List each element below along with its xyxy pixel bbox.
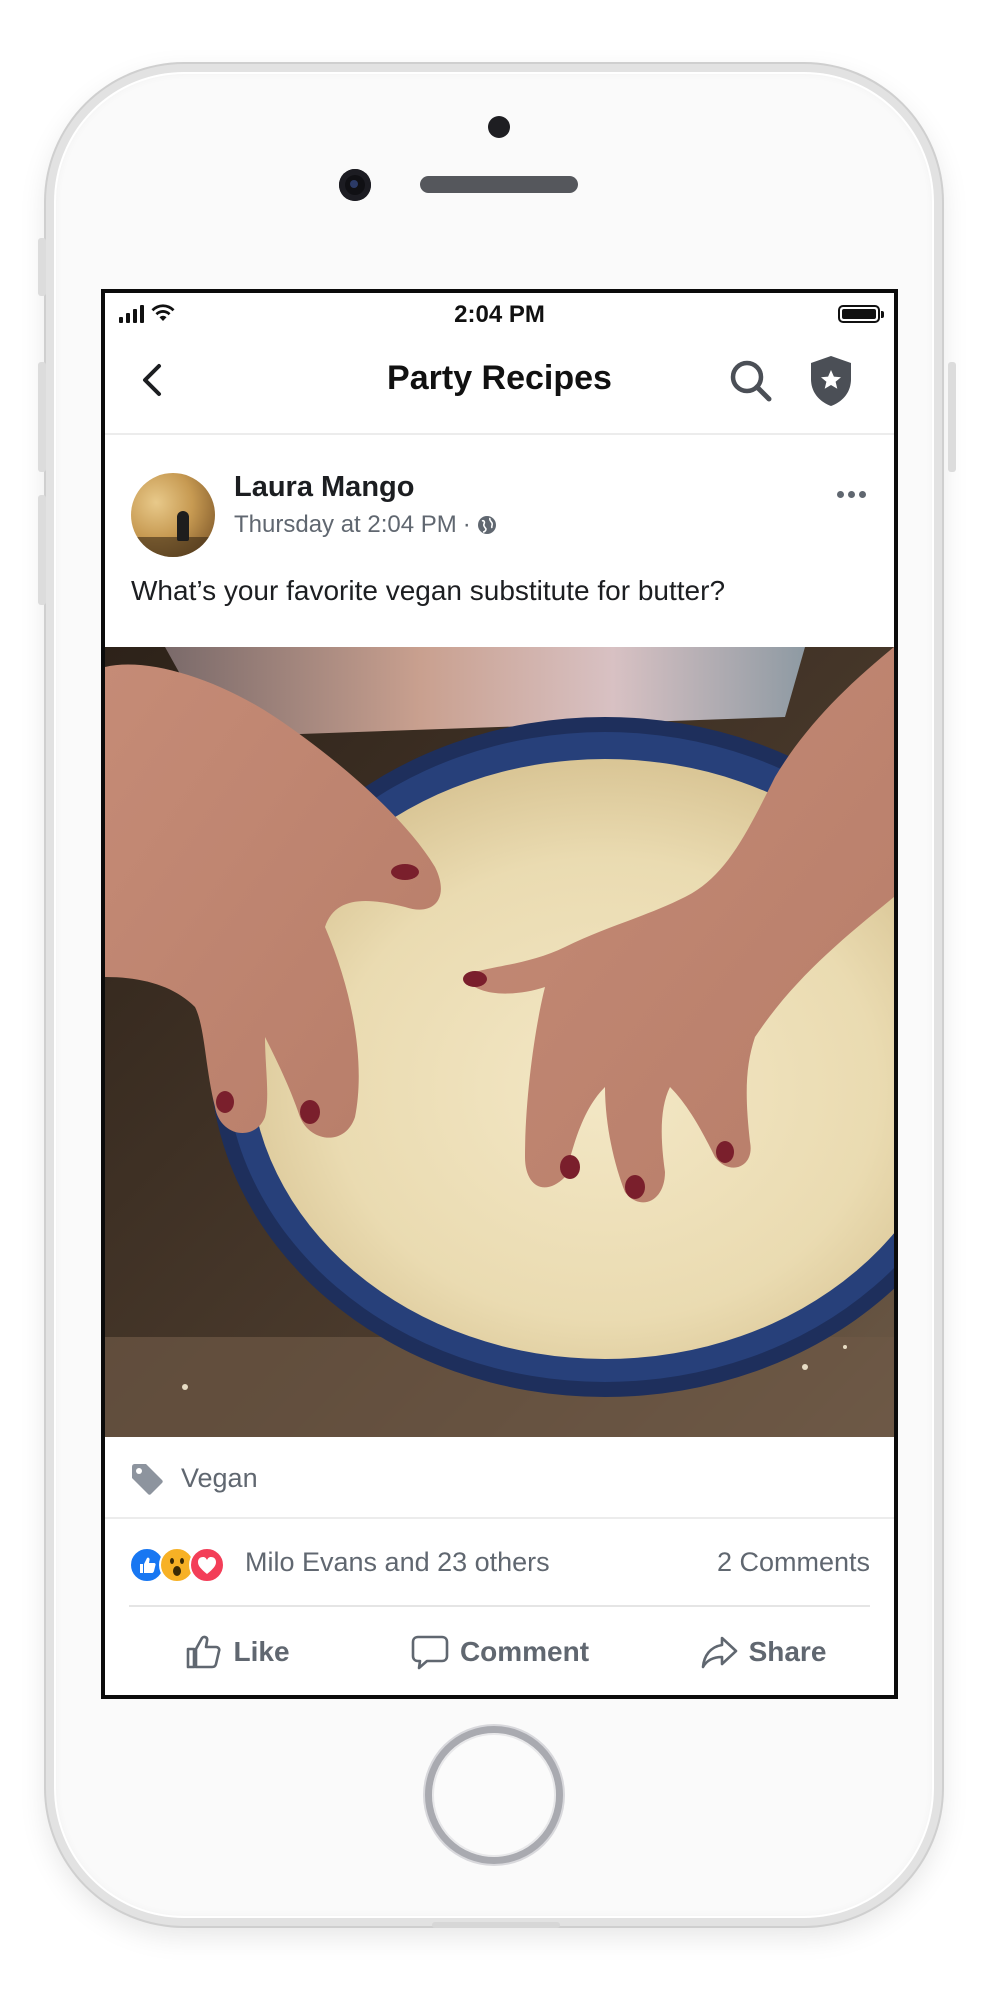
earpiece-speaker (420, 176, 578, 193)
power-button (948, 362, 956, 472)
topic-tag-row[interactable]: Vegan (105, 1437, 894, 1519)
author-name[interactable]: Laura Mango (234, 471, 414, 504)
group-nav-bar: Party Recipes (105, 333, 894, 435)
post-actions: Like Comment Share (105, 1609, 894, 1695)
globe-icon (477, 516, 496, 534)
share-label: Share (748, 1636, 827, 1667)
battery-icon (838, 305, 884, 323)
avatar[interactable] (131, 473, 215, 557)
like-button[interactable]: Like (105, 1609, 368, 1695)
volume-up-button (38, 362, 46, 472)
post-text: What’s your favorite vegan substitute fo… (131, 575, 726, 606)
tag-icon (132, 1464, 163, 1495)
comment-label: Comment (459, 1636, 590, 1667)
actions-divider (129, 1605, 870, 1607)
reaction-icons (129, 1547, 225, 1583)
comment-button[interactable]: Comment (368, 1609, 631, 1695)
post-photo[interactable] (105, 647, 894, 1437)
post-timestamp[interactable]: Thursday at 2:04 PM (234, 511, 457, 539)
volume-down-button (38, 495, 46, 605)
phone-bottom-edge (432, 1922, 560, 1928)
front-camera (339, 169, 371, 201)
comments-count[interactable]: 2 Comments (717, 1547, 870, 1578)
comment-bubble-icon (411, 1635, 449, 1670)
share-button[interactable]: Share (631, 1609, 894, 1695)
post-meta: Thursday at 2:04 PM · (234, 511, 497, 539)
search-icon[interactable] (725, 355, 777, 407)
thumbs-up-icon (187, 1635, 222, 1669)
status-time: 2:04 PM (454, 301, 545, 328)
share-arrow-icon (701, 1636, 737, 1669)
shield-star-icon[interactable] (805, 353, 857, 409)
reaction-summary-text[interactable]: Milo Evans and 23 others (245, 1547, 550, 1578)
reactions-summary[interactable]: Milo Evans and 23 others 2 Comments (105, 1519, 894, 1605)
more-options-icon[interactable] (837, 491, 866, 498)
phone-screen: 2:04 PM Party Recipes Laura Mango Thursd… (101, 289, 898, 1699)
meta-separator: · (462, 511, 471, 538)
proximity-sensor (488, 116, 510, 138)
tag-label: Vegan (181, 1463, 258, 1493)
home-button[interactable] (425, 1726, 563, 1864)
like-label: Like (233, 1636, 290, 1667)
status-bar: 2:04 PM (105, 293, 894, 333)
mute-switch (38, 238, 46, 296)
post-header: Laura Mango Thursday at 2:04 PM · (105, 435, 894, 557)
love-reaction-icon (189, 1547, 225, 1583)
